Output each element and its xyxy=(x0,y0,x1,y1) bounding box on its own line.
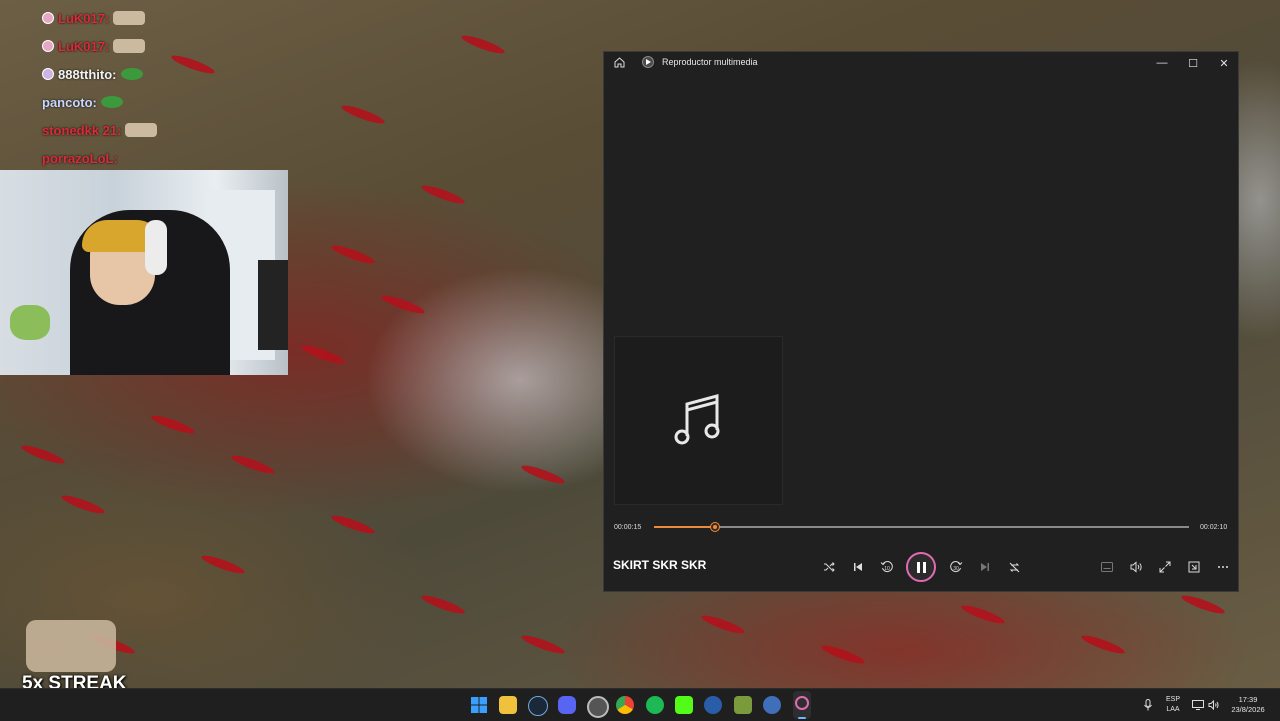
captions-icon xyxy=(1101,562,1113,572)
minecraft-icon[interactable] xyxy=(734,696,752,714)
repeat-button[interactable] xyxy=(1003,556,1025,578)
svg-text:10: 10 xyxy=(884,566,890,572)
streak-emote-icon xyxy=(26,620,116,672)
minimize-button[interactable]: — xyxy=(1147,52,1177,74)
input-language[interactable]: ESP LAA xyxy=(1164,695,1182,715)
chat-badge-icon xyxy=(42,12,54,24)
chrome-icon[interactable] xyxy=(616,696,634,714)
skip-back-button[interactable]: 10 xyxy=(876,556,898,578)
webcam-overlay xyxy=(0,170,288,375)
media-player-taskbar-button[interactable] xyxy=(793,691,811,719)
chat-message: porrazoLoL: xyxy=(42,144,282,172)
seek-bar-thumb[interactable] xyxy=(709,522,720,532)
skip-forward-button[interactable]: 30 xyxy=(945,556,967,578)
next-icon xyxy=(981,563,989,571)
pause-icon xyxy=(916,561,920,573)
plush-toy xyxy=(10,305,50,340)
microphone-icon[interactable] xyxy=(1141,698,1154,711)
chat-badge-icon xyxy=(42,68,54,80)
window-title: Reproductor multimedia xyxy=(662,57,758,67)
chat-username: porrazoLoL: xyxy=(42,150,118,166)
next-button[interactable] xyxy=(974,556,996,578)
taskbar: ESP LAA 17:39 23/8/2026 xyxy=(0,688,1280,721)
seek-bar[interactable] xyxy=(654,522,1189,532)
kick-icon[interactable] xyxy=(675,696,693,714)
volume-button[interactable] xyxy=(1125,556,1147,578)
chat-message: LuK017: xyxy=(42,4,282,32)
forward-30-icon: 30 xyxy=(950,561,963,572)
title-bar[interactable]: Reproductor multimedia — ☐ ✕ xyxy=(604,52,1238,74)
fullscreen-icon xyxy=(1159,561,1171,573)
home-icon[interactable] xyxy=(613,56,626,69)
emote-icon xyxy=(113,11,146,25)
file-explorer-icon[interactable] xyxy=(499,696,517,714)
chat-message: stonedkk 21: xyxy=(42,116,282,144)
chat-message: pancoto: xyxy=(42,88,282,116)
chat-username: 888tthito: xyxy=(58,66,117,82)
clock[interactable]: 17:39 23/8/2026 xyxy=(1224,695,1272,715)
stream-chat: LuK017: LuK017: 888tthito: pancoto: ston… xyxy=(42,4,282,172)
play-pause-button[interactable] xyxy=(906,552,936,582)
more-icon xyxy=(1218,566,1228,568)
repeat-off-icon xyxy=(1009,562,1019,572)
chrome-alt-icon[interactable] xyxy=(587,696,609,718)
ccleaner-alt-icon[interactable] xyxy=(763,696,781,714)
shuffle-icon xyxy=(824,562,835,572)
network-icon[interactable] xyxy=(1191,698,1204,711)
volume-icon xyxy=(1130,561,1142,573)
speaker-icon[interactable] xyxy=(1207,698,1220,711)
more-options-button[interactable] xyxy=(1212,556,1234,578)
media-player-icon xyxy=(795,696,809,710)
close-button[interactable]: ✕ xyxy=(1209,52,1239,74)
discord-icon[interactable] xyxy=(558,696,576,714)
emote-icon xyxy=(120,68,143,80)
previous-icon xyxy=(854,563,862,571)
steam-icon[interactable] xyxy=(528,696,548,716)
clock-time: 17:39 xyxy=(1238,695,1258,704)
fullscreen-button[interactable] xyxy=(1154,556,1176,578)
keyboard-layout: LAA xyxy=(1166,706,1180,713)
svg-text:30: 30 xyxy=(953,566,959,572)
headphones xyxy=(145,220,167,275)
album-art xyxy=(614,336,783,505)
shuffle-button[interactable] xyxy=(818,556,840,578)
spotify-icon[interactable] xyxy=(646,696,664,714)
emote-icon xyxy=(125,123,158,137)
song-title: SKIRT SKR SKR xyxy=(613,558,707,572)
maximize-button[interactable]: ☐ xyxy=(1178,52,1208,74)
rewind-10-icon: 10 xyxy=(880,561,893,572)
emote-icon xyxy=(113,39,146,53)
chat-username: pancoto: xyxy=(42,94,97,110)
media-player-window: Reproductor multimedia — ☐ ✕ 00:00:15 00… xyxy=(603,51,1239,592)
chat-username: stonedkk 21: xyxy=(42,122,122,138)
emote-icon xyxy=(100,96,123,108)
chat-message: 888tthito: xyxy=(42,60,282,88)
media-player-app-icon xyxy=(642,56,654,68)
clock-date: 23/8/2026 xyxy=(1231,705,1265,714)
language-code: ESP xyxy=(1165,696,1180,703)
captions-button[interactable] xyxy=(1096,556,1118,578)
music-note-icon xyxy=(673,388,725,453)
miniplayer-icon xyxy=(1188,561,1200,573)
seek-bar-progress xyxy=(654,526,715,528)
chat-username: LuK017: xyxy=(58,38,110,54)
chat-username: LuK017: xyxy=(58,10,110,26)
start-icon[interactable] xyxy=(470,696,488,714)
miniplayer-button[interactable] xyxy=(1183,556,1205,578)
chat-message: LuK017: xyxy=(42,32,282,60)
ccleaner-icon[interactable] xyxy=(704,696,722,714)
previous-button[interactable] xyxy=(847,556,869,578)
chat-badge-icon xyxy=(42,40,54,52)
total-time: 00:02:10 xyxy=(1200,524,1228,531)
elapsed-time: 00:00:15 xyxy=(614,524,642,531)
